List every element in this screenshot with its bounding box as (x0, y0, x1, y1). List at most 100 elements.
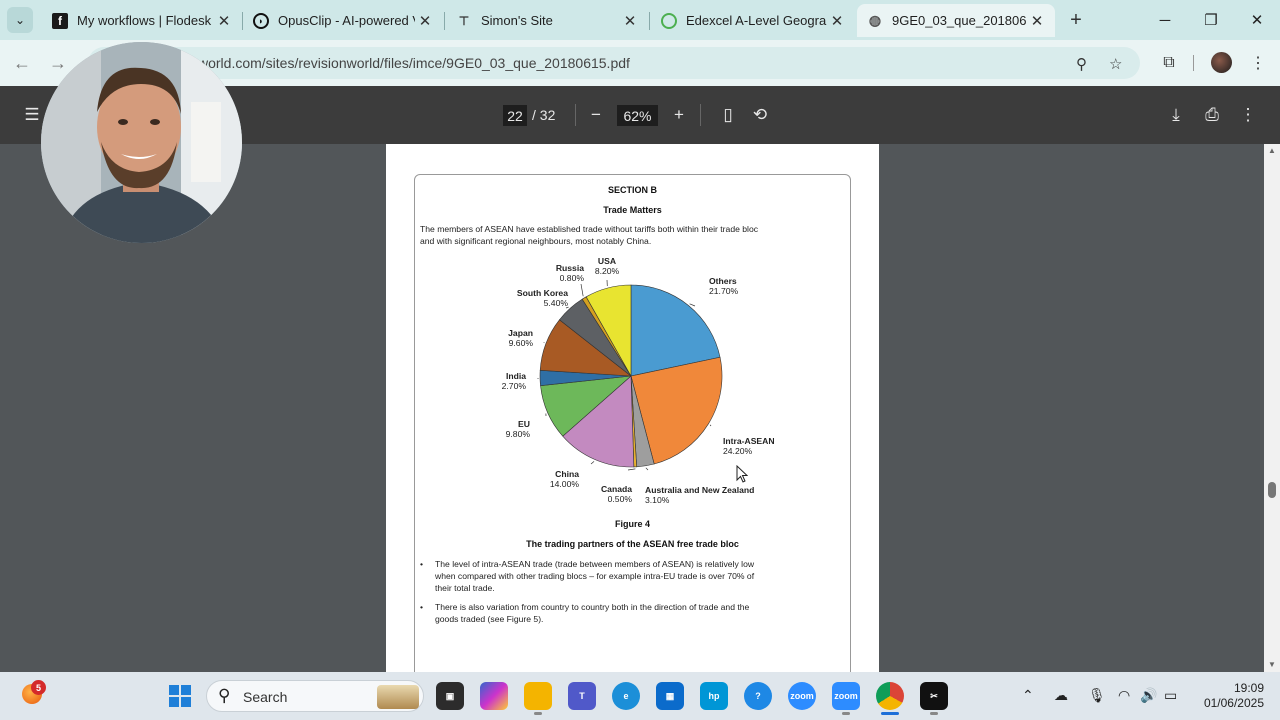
file-explorer-icon[interactable] (524, 682, 552, 710)
pie-label-value: 24.20% (723, 446, 753, 456)
wifi-icon[interactable]: ◠ (1118, 687, 1130, 704)
toolbar-divider (1193, 55, 1194, 71)
tab-pdf-active[interactable]: ◍ 9GE0_03_que_20180615.p ✕ (857, 4, 1055, 37)
profile-avatar[interactable] (1211, 52, 1232, 73)
rotate-icon[interactable]: ⟲ (751, 105, 769, 125)
tab-strip: ⌄ f My workflows | Flodesk ✕ ◗ OpusClip … (0, 0, 1280, 40)
capcut-icon[interactable]: ✂ (920, 682, 948, 710)
pie-label-name: Canada (601, 484, 632, 494)
presenter-video (41, 42, 242, 243)
tab-title: My workflows | Flodesk (77, 13, 212, 28)
zoom-magnifier-icon[interactable]: ⚲ (1076, 55, 1087, 73)
webcam-overlay (41, 42, 242, 243)
site-icon: ⊤ (458, 13, 470, 28)
url-text[interactable]: world.com/sites/revisionworld/files/imce… (198, 55, 630, 71)
task-view-icon[interactable]: ▣ (436, 682, 464, 710)
pdf-page: SECTION B Trade Matters The members of A… (386, 144, 879, 672)
chrome-icon[interactable] (876, 682, 904, 710)
pie-label-value: 21.70% (709, 286, 739, 296)
pie-leader-line (645, 467, 649, 471)
tab-flodesk[interactable]: f My workflows | Flodesk ✕ (42, 4, 242, 37)
pie-label-name: South Korea (517, 288, 568, 298)
close-icon[interactable]: ✕ (1027, 11, 1047, 31)
myhp-icon[interactable]: hp (700, 682, 728, 710)
pie-leader-line (590, 461, 595, 465)
new-tab-button[interactable]: + (1064, 8, 1088, 32)
start-button[interactable] (169, 685, 191, 707)
tab-edexcel[interactable]: Edexcel A-Level Geograp ✕ (651, 4, 855, 37)
pie-leader-line (709, 424, 712, 427)
figure-title: The trading partners of the ASEAN free t… (526, 539, 739, 549)
clock-time: 19:09 (1233, 681, 1264, 695)
pdf-more-icon[interactable]: ⋮ (1240, 105, 1257, 125)
download-icon[interactable]: ⤓ (1166, 105, 1186, 125)
close-icon[interactable]: ✕ (827, 11, 847, 31)
pie-label-value: 0.50% (608, 494, 633, 504)
app-running-indicator (930, 712, 938, 715)
vertical-scrollbar[interactable]: ▲ ▼ (1264, 144, 1280, 672)
zoom-in-icon[interactable]: + (670, 105, 688, 125)
chevron-up-icon[interactable]: ⌃ (1022, 687, 1034, 704)
restore-button[interactable]: ❐ (1196, 6, 1226, 34)
browser-menu-icon[interactable]: ⋮ (1247, 52, 1269, 74)
pie-label-value: 3.10% (645, 495, 670, 505)
edexcel-icon (661, 12, 677, 29)
print-icon[interactable]: ⎙ (1201, 105, 1223, 125)
close-window-button[interactable]: ✕ (1242, 6, 1272, 34)
onedrive-icon[interactable]: ☁ (1054, 687, 1068, 704)
taskbar-clock[interactable]: 19:09 01/06/2025 (1192, 681, 1264, 711)
pie-label-name: Japan (508, 328, 533, 338)
close-icon[interactable]: ✕ (620, 11, 640, 31)
zoom-icon[interactable]: zoom (788, 682, 816, 710)
extensions-icon[interactable]: ⧉ (1158, 52, 1180, 74)
minimize-button[interactable]: ─ (1150, 6, 1180, 34)
edge-icon[interactable]: e (612, 682, 640, 710)
fit-page-icon[interactable]: ▯ (719, 105, 737, 125)
tab-title: Edexcel A-Level Geograp (686, 13, 827, 28)
mouse-cursor (736, 465, 748, 483)
address-bar[interactable]: world.com/sites/revisionworld/files/imce… (88, 47, 1140, 79)
scroll-up-icon[interactable]: ▲ (1267, 146, 1277, 155)
app-active-indicator (881, 712, 899, 715)
pie-label-name: USA (598, 256, 616, 266)
notification-badge: 5 (31, 680, 46, 695)
pie-label-value: 8.20% (595, 266, 620, 276)
flodesk-icon: f (52, 12, 68, 29)
app-running-indicator (534, 712, 542, 715)
bullet-line: There is also variation from country to … (435, 602, 750, 612)
bullet-line: their total trade. (435, 583, 495, 593)
tab-simons-site[interactable]: ⊤ Simon's Site ✕ (446, 4, 648, 37)
page-number-input[interactable]: 22 (503, 105, 527, 126)
battery-icon[interactable]: ▭ (1164, 687, 1177, 704)
zoom-out-icon[interactable]: − (587, 105, 605, 125)
copilot-icon[interactable] (480, 682, 508, 710)
pie-label-name: Australia and New Zealand (645, 485, 754, 495)
pie-label-name: EU (518, 419, 530, 429)
close-icon[interactable]: ✕ (415, 11, 435, 31)
hamburger-menu-icon[interactable]: ☰ (22, 105, 42, 125)
back-button[interactable]: ← (9, 50, 35, 76)
tab-opusclip[interactable]: ◗ OpusClip - AI-powered V ✕ (243, 4, 443, 37)
store-icon[interactable]: ▦ (656, 682, 684, 710)
tab-search-button[interactable]: ⌄ (7, 7, 33, 33)
bookmark-star-icon[interactable]: ☆ (1109, 55, 1122, 73)
zoom-workplace-icon[interactable]: zoom (832, 682, 860, 710)
search-icon: ⚲ (218, 686, 231, 705)
zoom-level-input[interactable]: 62% (617, 105, 658, 126)
forward-button[interactable]: → (45, 50, 71, 76)
scrollbar-thumb[interactable] (1268, 482, 1276, 498)
pie-label-name: Russia (556, 263, 584, 273)
taskbar-search[interactable]: ⚲ Search (206, 680, 424, 712)
pie-label-value: 2.70% (502, 381, 527, 391)
taskbar: 5 ⚲ Search ▣ T e ▦ hp ? zoom zoom ✂ ⌃ ☁ … (0, 672, 1280, 720)
teams-icon[interactable]: T (568, 682, 596, 710)
scroll-down-icon[interactable]: ▼ (1267, 660, 1277, 669)
tab-divider (649, 12, 650, 30)
volume-icon[interactable]: 🔊 (1140, 687, 1157, 704)
pie-label-name: India (506, 371, 526, 381)
help-icon[interactable]: ? (744, 682, 772, 710)
figure-label: Figure 4 (614, 519, 650, 529)
search-label: Search (243, 689, 288, 705)
microphone-icon[interactable]: 🎙 (1088, 687, 1106, 704)
close-icon[interactable]: ✕ (214, 11, 234, 31)
